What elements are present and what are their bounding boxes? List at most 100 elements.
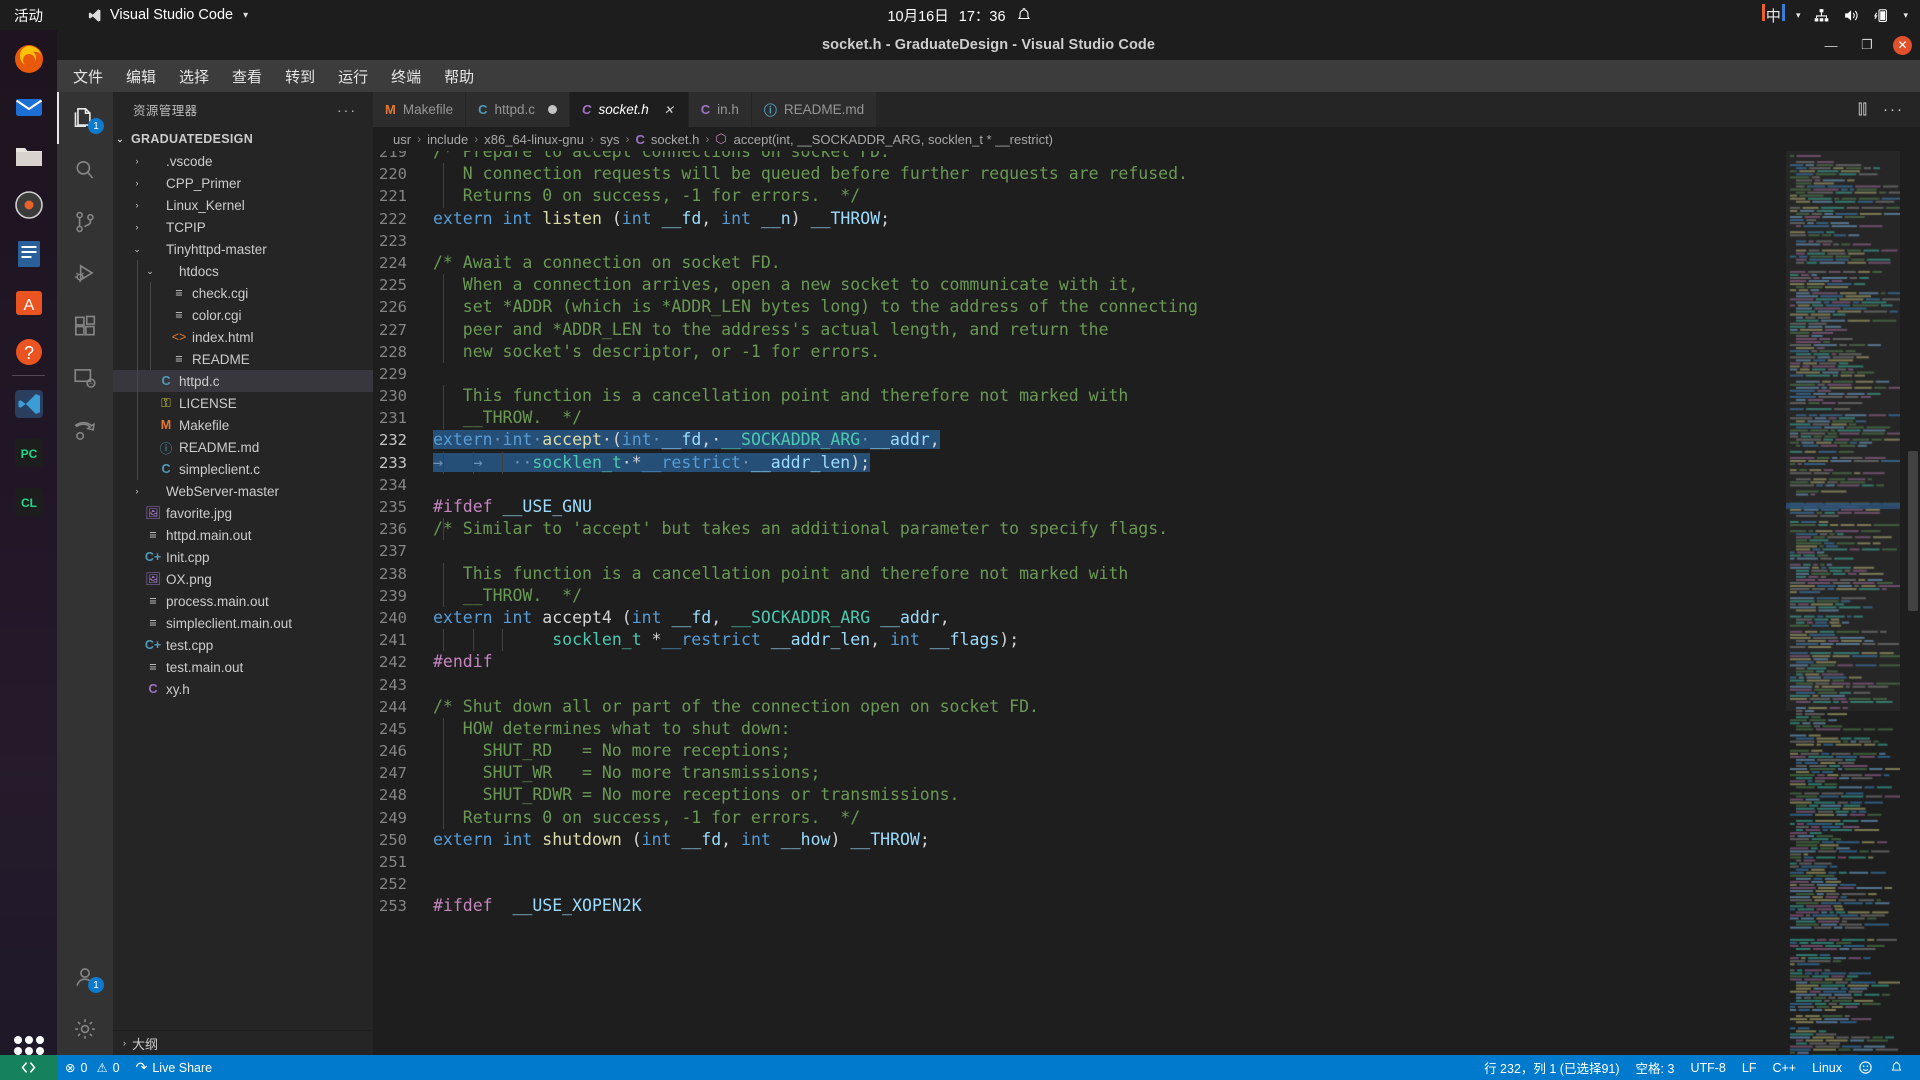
tree-file-item[interactable]: 🖼favorite.jpg	[113, 502, 373, 524]
dock-item-firefox[interactable]	[7, 36, 50, 79]
tree-folder-item[interactable]: ⌄htdocs	[113, 260, 373, 282]
activity-live-share[interactable]	[57, 404, 113, 456]
code-line[interactable]: 237	[373, 540, 1920, 562]
editor-tab-socket-h[interactable]: Csocket.h✕	[570, 92, 689, 127]
dock-item-pycharm[interactable]: PC	[7, 431, 50, 474]
notifications-bell-icon[interactable]	[1881, 1055, 1912, 1080]
code-line[interactable]: 251	[373, 851, 1920, 873]
code-line[interactable]: 242#endif	[373, 651, 1920, 673]
tree-file-item[interactable]: ≡README	[113, 348, 373, 370]
language-mode[interactable]: C++	[1764, 1055, 1804, 1080]
activity-extensions[interactable]	[57, 300, 113, 352]
dock-item-rhythmbox[interactable]	[7, 183, 50, 226]
tree-file-item[interactable]: ≡simpleclient.main.out	[113, 612, 373, 634]
activity-search[interactable]	[57, 144, 113, 196]
tree-folder-item[interactable]: ›.vscode	[113, 150, 373, 172]
code-line[interactable]: 222extern int listen (int __fd, int __n)…	[373, 208, 1920, 230]
chevron-down-icon[interactable]: ▾	[1903, 10, 1908, 21]
tree-folder-item[interactable]: ⌄Tinyhttpd-master	[113, 238, 373, 260]
code-line[interactable]: 233→ → ··socklen_t·*__restrict·__addr_le…	[373, 452, 1920, 474]
code-line[interactable]: 253#ifdef __USE_XOPEN2K	[373, 895, 1920, 917]
code-line[interactable]: 239 __THROW. */	[373, 585, 1920, 607]
tree-file-item[interactable]: ≡color.cgi	[113, 304, 373, 326]
code-line[interactable]: 252	[373, 873, 1920, 895]
code-line[interactable]: 224/* Await a connection on socket FD.	[373, 252, 1920, 274]
code-line[interactable]: 227 peer and *ADDR_LEN to the address's …	[373, 319, 1920, 341]
dock-item-thunderbird[interactable]	[7, 85, 50, 128]
chevron-down-icon[interactable]: ▾	[1796, 10, 1801, 21]
code-line[interactable]: 243	[373, 674, 1920, 696]
tree-folder-item[interactable]: ›Linux_Kernel	[113, 194, 373, 216]
breadcrumb-item-symbol[interactable]: accept(int, __SOCKADDR_ARG, socklen_t * …	[734, 132, 1053, 147]
tree-file-item[interactable]: ≡httpd.main.out	[113, 524, 373, 546]
scrollbar-thumb[interactable]	[1908, 451, 1918, 611]
tree-root-folder[interactable]: ⌄GRADUATEDESIGN	[113, 128, 373, 150]
activities-button[interactable]: 活动	[14, 5, 43, 26]
code-line[interactable]: 246 SHUT_RD = No more receptions;	[373, 740, 1920, 762]
code-line[interactable]: 235#ifdef __USE_GNU	[373, 496, 1920, 518]
code-line[interactable]: 228 new socket's descriptor, or -1 for e…	[373, 341, 1920, 363]
tree-folder-item[interactable]: ›CPP_Primer	[113, 172, 373, 194]
minimize-button[interactable]: —	[1821, 35, 1841, 55]
tree-file-item[interactable]: ≡process.main.out	[113, 590, 373, 612]
remote-host-button[interactable]	[0, 1055, 57, 1080]
editor-tab-README-md[interactable]: ⓘREADME.md	[752, 92, 877, 127]
code-line[interactable]: 219/* Prepare to accept connections on s…	[373, 151, 1920, 163]
tree-file-item[interactable]: Csimpleclient.c	[113, 458, 373, 480]
menu-view[interactable]: 查看	[230, 64, 264, 89]
menu-terminal[interactable]: 终端	[389, 64, 423, 89]
code-line[interactable]: 231 __THROW. */	[373, 407, 1920, 429]
menu-file[interactable]: 文件	[71, 64, 105, 89]
editor-tab-httpd-c[interactable]: Chttpd.c	[466, 92, 570, 127]
activity-run-debug[interactable]	[57, 248, 113, 300]
code-line[interactable]: 244/* Shut down all or part of the conne…	[373, 696, 1920, 718]
editor-tab-in-h[interactable]: Cin.h	[689, 92, 752, 127]
indentation[interactable]: 空格: 3	[1628, 1055, 1683, 1080]
maximize-button[interactable]: ❐	[1857, 35, 1877, 55]
tree-file-item[interactable]: ⚿LICENSE	[113, 392, 373, 414]
code-line[interactable]: 236/* Similar to 'accept' but takes an a…	[373, 518, 1920, 540]
code-line[interactable]: 232extern·int·accept·(int·__fd,·__SOCKAD…	[373, 429, 1920, 451]
tree-file-item[interactable]: Chttpd.c	[113, 370, 373, 392]
dock-item-files[interactable]	[7, 134, 50, 177]
feedback-icon[interactable]	[1850, 1055, 1881, 1080]
network-icon[interactable]	[1813, 7, 1830, 24]
clock[interactable]: 10月16日 17：36	[887, 5, 1032, 26]
menu-go[interactable]: 转到	[283, 64, 317, 89]
code-line[interactable]: 223	[373, 230, 1920, 252]
minimap-slider[interactable]	[1786, 151, 1900, 711]
topbar-app-menu[interactable]: Visual Studio Code ▾	[87, 7, 248, 23]
code-line[interactable]: 225 When a connection arrives, open a ne…	[373, 274, 1920, 296]
activity-accounts[interactable]: 1	[57, 951, 113, 1003]
editor-tab-Makefile[interactable]: MMakefile	[373, 92, 466, 127]
code-line[interactable]: 249 Returns 0 on success, -1 for errors.…	[373, 807, 1920, 829]
explorer-more-actions[interactable]: ···	[337, 102, 357, 118]
code-line[interactable]: 240extern int accept4 (int __fd, __SOCKA…	[373, 607, 1920, 629]
eol-sequence[interactable]: LF	[1734, 1055, 1765, 1080]
code-line[interactable]: 220 N connection requests will be queued…	[373, 163, 1920, 185]
activity-remote-explorer[interactable]: ><	[57, 352, 113, 404]
tree-file-item[interactable]: C+Init.cpp	[113, 546, 373, 568]
tree-file-item[interactable]: ≡check.cgi	[113, 282, 373, 304]
activity-explorer[interactable]: 1	[57, 92, 113, 144]
activity-manage-settings[interactable]	[57, 1003, 113, 1055]
code-line[interactable]: 230 This function is a cancellation poin…	[373, 385, 1920, 407]
breadcrumb-item-arch[interactable]: x86_64-linux-gnu	[484, 132, 584, 147]
editor-scrollbar[interactable]	[1906, 151, 1920, 1055]
menu-edit[interactable]: 编辑	[124, 64, 158, 89]
code-lines[interactable]: 219/* Prepare to accept connections on s…	[373, 151, 1920, 1055]
code-editor[interactable]: 219/* Prepare to accept connections on s…	[373, 151, 1920, 1055]
code-line[interactable]: 234	[373, 474, 1920, 496]
editor-more-actions[interactable]: ···	[1883, 101, 1904, 118]
dock-item-help[interactable]: ?	[7, 330, 50, 373]
tree-folder-item[interactable]: ›TCPIP	[113, 216, 373, 238]
tree-folder-item[interactable]: ›WebServer-master	[113, 480, 373, 502]
activity-source-control[interactable]	[57, 196, 113, 248]
code-line[interactable]: 241 socklen_t *__restrict __addr_len, in…	[373, 629, 1920, 651]
breadcrumb-item-sys[interactable]: sys	[600, 132, 620, 147]
tab-dirty-indicator[interactable]	[548, 105, 557, 114]
tree-file-item[interactable]: 🖼OX.png	[113, 568, 373, 590]
outline-section-header[interactable]: › 大纲	[113, 1030, 373, 1055]
menu-run[interactable]: 运行	[336, 64, 370, 89]
code-line[interactable]: 229	[373, 363, 1920, 385]
